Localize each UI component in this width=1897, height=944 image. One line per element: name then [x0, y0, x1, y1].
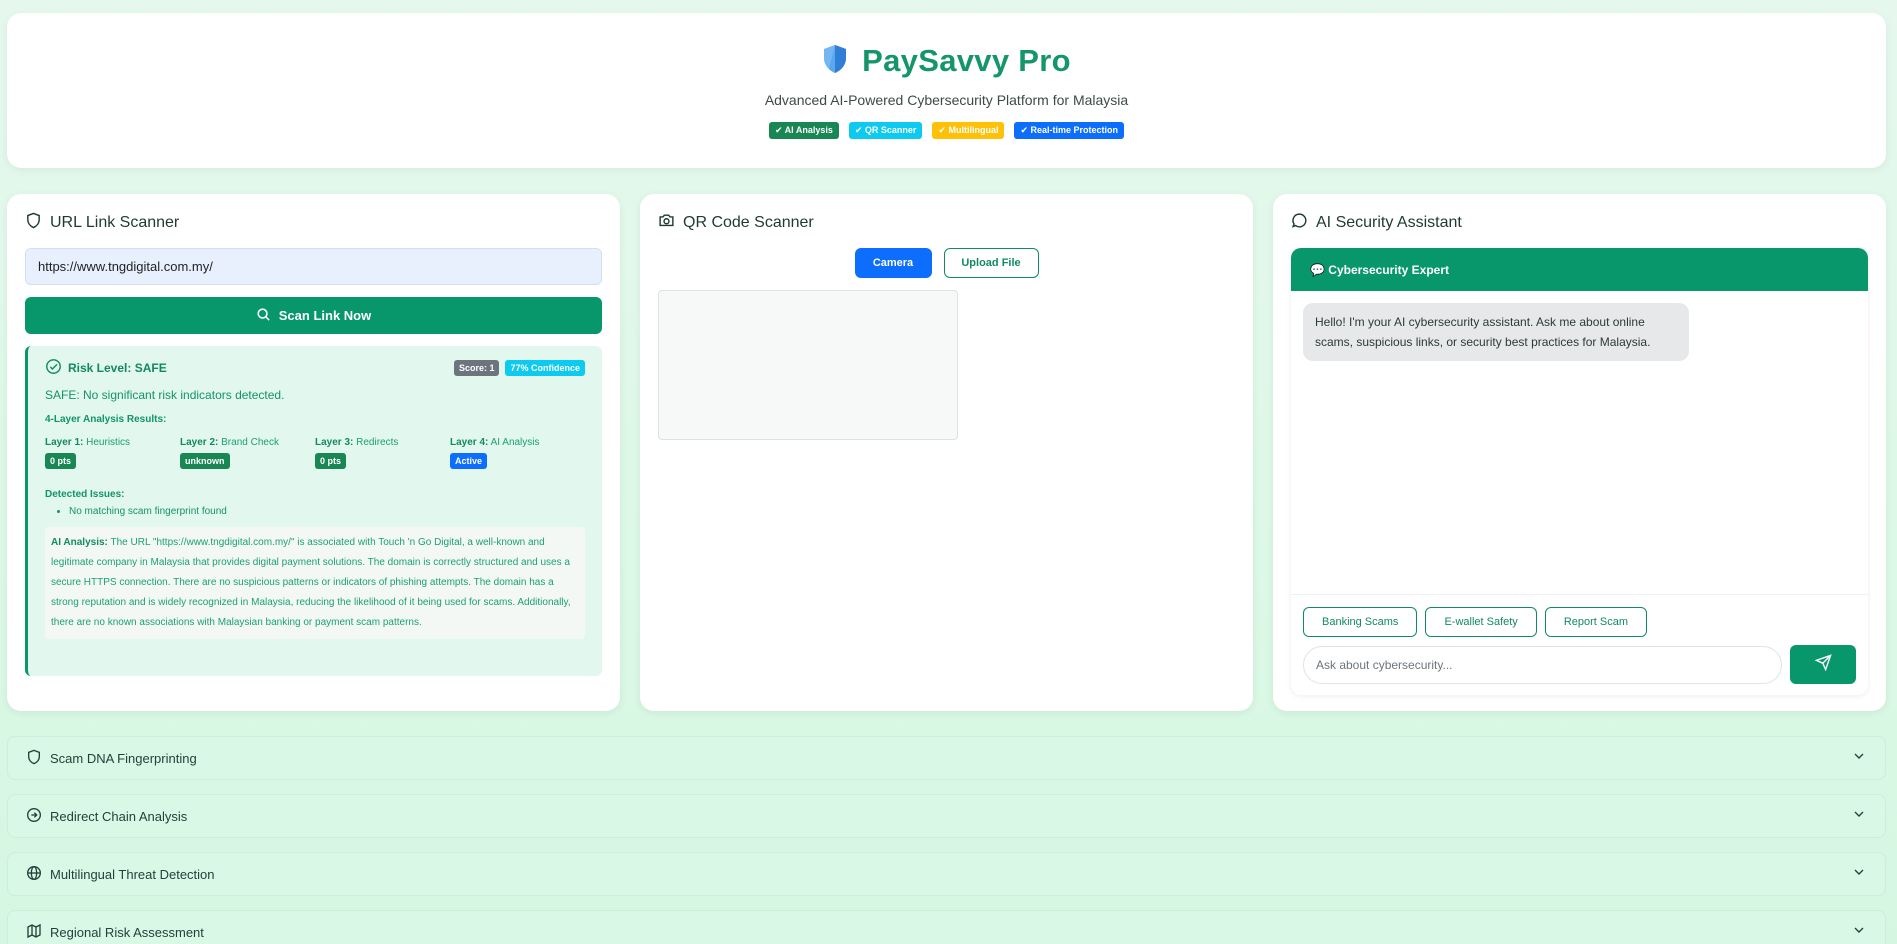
layer-3-desc: Redirects — [356, 437, 399, 448]
issues-list: No matching scam fingerprint found — [45, 506, 585, 517]
app-title: PaySavvy Pro — [862, 43, 1071, 78]
send-icon — [1813, 653, 1832, 676]
assistant-message: Hello! I'm your AI cybersecurity assista… — [1303, 303, 1689, 361]
badge-multilingual: ✔ Multilingual — [932, 122, 1005, 139]
layer-1-value: 0 pts — [45, 453, 77, 469]
chip-banking-scams[interactable]: Banking Scams — [1303, 607, 1418, 637]
upload-file-button[interactable]: Upload File — [943, 248, 1039, 278]
search-icon — [256, 307, 271, 325]
chat-footer: Banking Scams E-wallet Safety Report Sca… — [1291, 594, 1868, 695]
url-input[interactable]: https://www.tngdigital.com.my/ — [25, 248, 602, 285]
chat-header: 💬 Cybersecurity Expert — [1291, 248, 1868, 291]
section-redirect-chain[interactable]: Redirect Chain Analysis — [7, 794, 1886, 838]
chip-report-scam[interactable]: Report Scam — [1544, 607, 1648, 637]
header-card: PaySavvy Pro Advanced AI-Powered Cyberse… — [7, 13, 1886, 168]
section-label: Redirect Chain Analysis — [50, 808, 188, 824]
section-multilingual[interactable]: Multilingual Threat Detection — [7, 852, 1886, 896]
badge-realtime-protection: ✔ Real-time Protection — [1014, 122, 1125, 139]
layer-4-value: Active — [450, 453, 488, 469]
layer-3-value: 0 pts — [315, 453, 347, 469]
layer-1-desc: Heuristics — [86, 437, 131, 448]
app-subtitle: Advanced AI-Powered Cybersecurity Platfo… — [764, 92, 1129, 108]
ai-assistant-heading: AI Security Assistant — [1291, 212, 1868, 234]
qr-scanner-card: QR Code Scanner Camera Upload File — [640, 194, 1253, 711]
section-regional-risk[interactable]: Regional Risk Assessment — [7, 910, 1886, 944]
shield-icon — [25, 212, 42, 234]
qr-scanner-heading: QR Code Scanner — [658, 212, 1235, 234]
globe-icon — [26, 865, 42, 884]
layer-2-value: unknown — [180, 453, 230, 469]
arrow-circle-icon — [26, 807, 42, 826]
layer-4-name: Layer 4: — [450, 437, 489, 448]
ai-assistant-title: AI Security Assistant — [1316, 214, 1462, 231]
shield-logo-icon — [822, 44, 848, 79]
send-button[interactable] — [1790, 645, 1856, 684]
section-label: Scam DNA Fingerprinting — [50, 750, 197, 766]
chevron-down-icon — [1851, 864, 1867, 885]
badge-qr-scanner: ✔ QR Scanner — [848, 122, 923, 139]
scan-result-panel: Risk Level: SAFE Score: 1 77% Confidence… — [25, 346, 602, 676]
scan-link-label: Scan Link Now — [278, 308, 372, 323]
quick-prompts: Banking Scams E-wallet Safety Report Sca… — [1303, 607, 1856, 637]
chat-input[interactable]: Ask about cybersecurity... — [1303, 645, 1782, 684]
check-circle-icon — [45, 358, 62, 378]
qr-camera-viewport — [658, 290, 958, 440]
chat-window: 💬 Cybersecurity Expert Hello! I'm your A… — [1291, 248, 1868, 695]
url-scanner-heading: URL Link Scanner — [25, 212, 602, 234]
badge-ai-analysis: ✔ AI Analysis — [768, 122, 839, 139]
issue-item: No matching scam fingerprint found — [69, 506, 585, 517]
chip-ewallet-safety[interactable]: E-wallet Safety — [1425, 607, 1537, 637]
layer-4-desc: AI Analysis — [490, 437, 540, 448]
shield-icon — [26, 749, 42, 768]
layers-heading: 4-Layer Analysis Results: — [45, 414, 167, 425]
scan-link-button[interactable]: Scan Link Now — [25, 297, 602, 334]
section-scam-dna[interactable]: Scam DNA Fingerprinting — [7, 736, 1886, 780]
ai-assistant-card: AI Security Assistant 💬 Cybersecurity Ex… — [1273, 194, 1886, 711]
layer-3-name: Layer 3: — [315, 437, 354, 448]
layer-1-name: Layer 1: — [45, 437, 84, 448]
layer-1: Layer 1: Heuristics 0 pts — [45, 437, 180, 469]
layer-4: Layer 4: AI Analysis Active — [450, 437, 585, 469]
chat-bubble-icon — [1291, 212, 1308, 234]
camera-button[interactable]: Camera — [854, 248, 932, 278]
url-scanner-card: URL Link Scanner https://www.tngdigital.… — [7, 194, 620, 711]
feature-badges: ✔ AI Analysis ✔ QR Scanner ✔ Multilingua… — [7, 122, 1886, 139]
chevron-down-icon — [1851, 806, 1867, 827]
ai-analysis-label: AI Analysis: — [51, 537, 108, 548]
section-label: Multilingual Threat Detection — [50, 866, 215, 882]
safe-message: SAFE: No significant risk indicators det… — [45, 388, 285, 402]
risk-level: Risk Level: SAFE — [45, 358, 167, 378]
layer-2: Layer 2: Brand Check unknown — [180, 437, 315, 469]
ai-analysis-box: AI Analysis: The URL "https://www.tngdig… — [45, 527, 585, 639]
issues-heading: Detected Issues: — [45, 489, 125, 500]
section-label: Regional Risk Assessment — [50, 924, 204, 940]
risk-level-label: Risk Level: SAFE — [68, 361, 167, 375]
qr-scanner-title: QR Code Scanner — [683, 214, 814, 231]
brand: PaySavvy Pro — [7, 43, 1886, 79]
layers-grid: Layer 1: Heuristics 0 pts Layer 2: Brand… — [45, 437, 585, 469]
chevron-down-icon — [1851, 922, 1867, 943]
map-icon — [26, 923, 42, 942]
score-badge: Score: 1 — [453, 360, 500, 376]
chevron-down-icon — [1851, 748, 1867, 769]
layer-2-desc: Brand Check — [221, 437, 279, 448]
camera-icon — [658, 212, 675, 234]
layer-2-name: Layer 2: — [180, 437, 219, 448]
url-scanner-title: URL Link Scanner — [50, 214, 180, 231]
confidence-badge: 77% Confidence — [505, 360, 585, 376]
ai-analysis-text: The URL "https://www.tngdigital.com.my/"… — [51, 537, 571, 628]
layer-3: Layer 3: Redirects 0 pts — [315, 437, 450, 469]
